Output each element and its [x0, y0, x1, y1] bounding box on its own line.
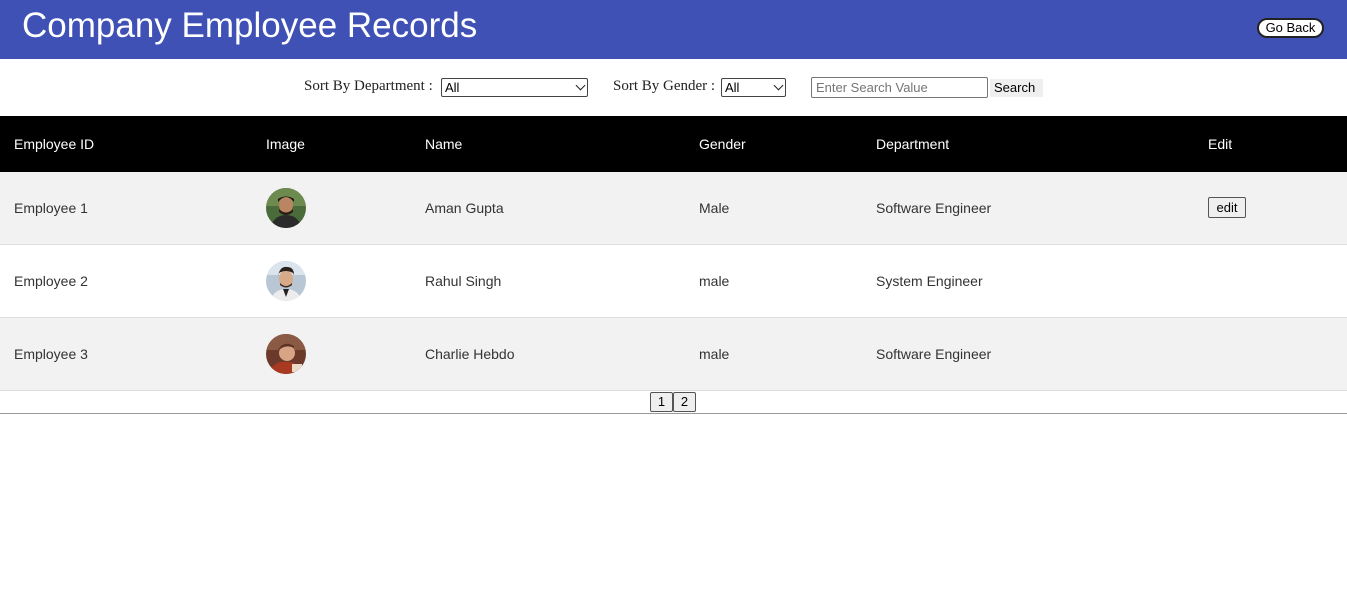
chevron-down-icon	[575, 80, 586, 91]
go-back-button[interactable]: Go Back	[1257, 18, 1324, 38]
edit-button[interactable]: edit	[1208, 197, 1246, 218]
column-header-image: Image	[266, 136, 305, 152]
column-header-employee-id: Employee ID	[14, 136, 95, 152]
name-cell: Aman Gupta	[425, 200, 504, 216]
page-header: Company Employee Records Go Back	[0, 0, 1347, 59]
column-header-department: Department	[876, 136, 950, 152]
chevron-down-icon	[773, 80, 784, 91]
department-filter-label: Sort By Department :	[304, 78, 433, 94]
page-1-button[interactable]: 1	[650, 392, 673, 412]
department-cell: Software Engineer	[876, 346, 992, 362]
department-select[interactable]: All	[441, 78, 588, 97]
avatar-photo	[266, 188, 306, 228]
employee-id-cell: Employee 1	[14, 200, 88, 216]
page-2-button[interactable]: 2	[673, 392, 696, 412]
search-input[interactable]	[811, 77, 988, 98]
column-header-name: Name	[425, 136, 463, 152]
employee-table: Employee ID Image Name Gender Department…	[0, 116, 1347, 391]
avatar	[266, 188, 306, 228]
table-header-row: Employee ID Image Name Gender Department…	[0, 116, 1347, 172]
avatar-photo	[266, 261, 306, 301]
column-header-gender: Gender	[699, 136, 746, 152]
name-cell: Charlie Hebdo	[425, 346, 515, 362]
gender-select[interactable]: All	[721, 78, 786, 97]
employee-id-cell: Employee 3	[14, 346, 88, 362]
name-cell: Rahul Singh	[425, 273, 502, 289]
avatar	[266, 334, 306, 374]
gender-cell: Male	[699, 200, 730, 216]
department-cell: Software Engineer	[876, 200, 992, 216]
table-row: Employee 1 Aman Gupta Male Software Engi…	[0, 172, 1347, 245]
page-title: Company Employee Records	[22, 6, 478, 45]
department-cell: System Engineer	[876, 273, 983, 289]
employee-id-cell: Employee 2	[14, 273, 88, 289]
gender-cell: male	[699, 346, 730, 362]
avatar	[266, 261, 306, 301]
avatar-photo	[266, 334, 306, 374]
department-select-value: All	[445, 80, 460, 95]
table-row: Employee 2 Rahul Singh male System Engin…	[0, 245, 1347, 318]
gender-select-value: All	[725, 80, 740, 95]
table-row: Employee 3 Charlie Hebdo male Software E…	[0, 318, 1347, 391]
gender-filter-label: Sort By Gender :	[613, 78, 716, 94]
pagination: 1 2	[0, 391, 1347, 414]
column-header-edit: Edit	[1208, 136, 1233, 152]
search-button[interactable]: Search	[990, 79, 1043, 97]
filter-bar: Sort By Department : All Sort By Gender …	[0, 77, 1347, 99]
gender-cell: male	[699, 273, 730, 289]
